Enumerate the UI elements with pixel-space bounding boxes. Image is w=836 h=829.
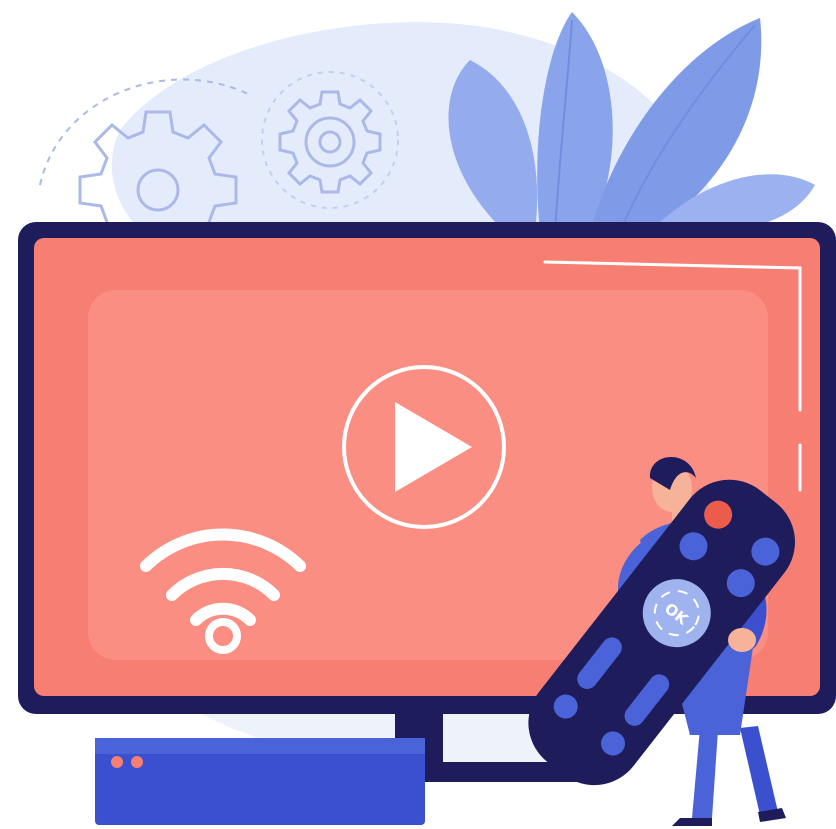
indicator-light	[111, 756, 123, 768]
indicator-light	[131, 756, 143, 768]
hand	[728, 628, 756, 652]
smart-tv-illustration: OK	[18, 12, 836, 826]
set-top-box	[95, 738, 425, 825]
